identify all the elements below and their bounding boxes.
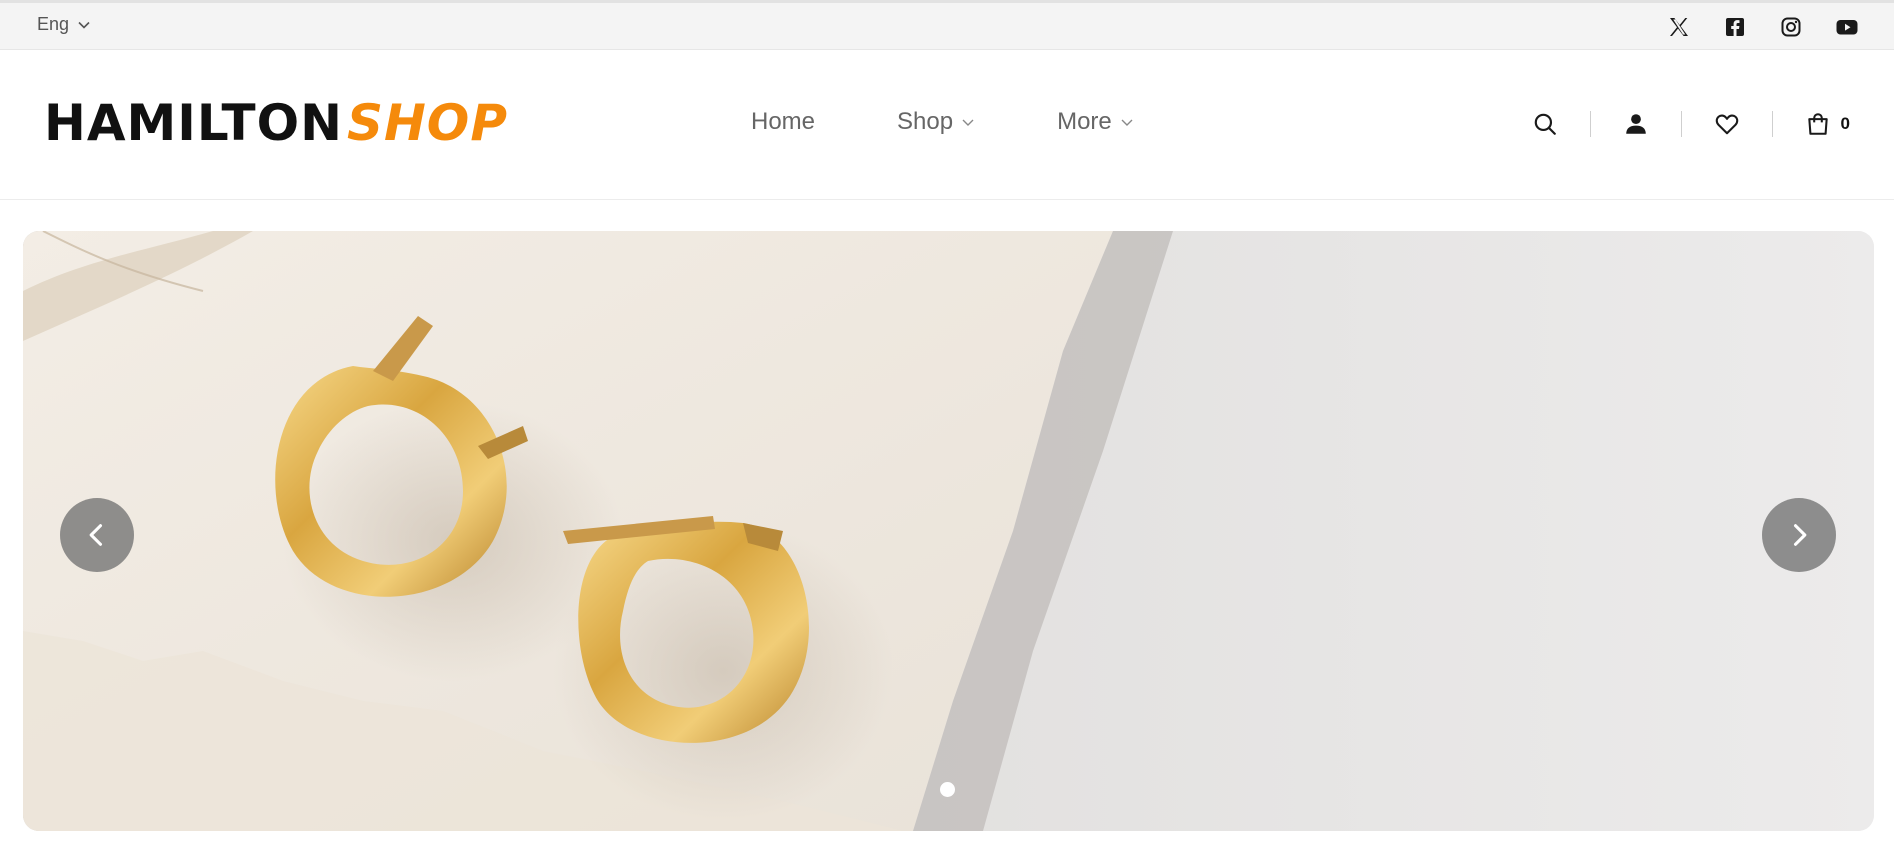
divider (1589, 111, 1591, 137)
chevron-down-icon (962, 119, 974, 126)
facebook-icon[interactable] (1722, 14, 1748, 40)
nav-item-label: More (1057, 108, 1112, 135)
site-logo[interactable]: HAMILTON SHOP (44, 88, 508, 158)
account-icon[interactable] (1621, 109, 1651, 139)
wishlist-heart-icon[interactable] (1712, 109, 1742, 139)
social-links (1666, 14, 1860, 40)
search-icon[interactable] (1530, 109, 1560, 139)
instagram-icon[interactable] (1778, 14, 1804, 40)
nav-item-more[interactable]: More (1057, 108, 1134, 136)
youtube-icon[interactable] (1834, 14, 1860, 40)
top-bar: Eng (0, 0, 1894, 50)
slider-dot-active[interactable] (940, 782, 955, 797)
nav-item-home[interactable]: Home (751, 108, 815, 136)
cart-bag-icon[interactable] (1803, 109, 1833, 139)
language-selector[interactable]: Eng (37, 14, 91, 35)
nav-item-label: Shop (897, 108, 954, 135)
chevron-right-icon (1793, 524, 1807, 546)
logo-text-shop: SHOP (346, 94, 508, 152)
nav-item-shop[interactable]: Shop (897, 108, 975, 136)
hero-slider (23, 231, 1874, 831)
main-nav: Home Shop More (751, 108, 1216, 136)
slider-prev-button[interactable] (60, 498, 134, 572)
site-header: HAMILTON SHOP Home Shop More 0 (0, 50, 1894, 200)
divider (1680, 111, 1682, 137)
divider (1771, 111, 1773, 137)
chevron-down-icon (78, 21, 90, 29)
x-twitter-icon[interactable] (1666, 14, 1692, 40)
nav-item-label: Home (751, 108, 816, 135)
hero-slide-image (23, 231, 1874, 831)
chevron-left-icon (89, 524, 103, 546)
logo-text-hamilton: HAMILTON (44, 94, 343, 152)
slider-next-button[interactable] (1762, 498, 1836, 572)
header-actions: 0 (1530, 109, 1850, 139)
language-label: Eng (37, 14, 70, 34)
chevron-down-icon (1121, 119, 1133, 126)
cart-count: 0 (1840, 114, 1850, 133)
